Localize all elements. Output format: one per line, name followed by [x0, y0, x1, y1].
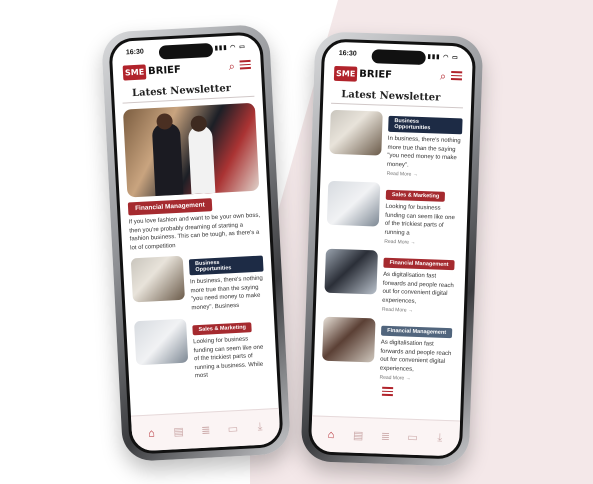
- article-tag[interactable]: Sales & Marketing: [192, 322, 253, 336]
- finance-icon[interactable]: ≣: [198, 423, 213, 438]
- logo-brief: BRIEF: [359, 68, 393, 81]
- article-tag[interactable]: Financial Management: [380, 325, 453, 339]
- list-item[interactable]: Sales & Marketing Looking for business f…: [326, 180, 460, 248]
- article-excerpt: In business, there's nothing more true t…: [189, 275, 263, 311]
- read-more-link[interactable]: Read More →: [382, 307, 456, 316]
- sme-brief-logo[interactable]: SME BRIEF: [122, 63, 182, 81]
- article-thumbnail[interactable]: [326, 180, 381, 227]
- newsletter-icon[interactable]: ▤: [171, 424, 186, 439]
- featured-image[interactable]: [122, 102, 260, 198]
- bottom-nav: ⌂ ▤ ≣ ▭ ⤓: [130, 407, 281, 452]
- more-indicator[interactable]: [321, 385, 453, 399]
- status-time: 16:30: [338, 49, 357, 58]
- article-excerpt: In business, there's nothing more true t…: [386, 135, 461, 169]
- status-time: 16:30: [125, 47, 144, 56]
- article-thumbnail[interactable]: [130, 255, 185, 303]
- list-item[interactable]: Sales & Marketing Looking for business f…: [134, 314, 269, 383]
- menu-icon[interactable]: [450, 70, 463, 81]
- search-icon[interactable]: ⌕: [228, 61, 235, 74]
- logo-sme: SME: [333, 65, 358, 82]
- list-item[interactable]: Financial Management As digitalisation f…: [321, 316, 455, 384]
- finance-icon[interactable]: ≣: [378, 429, 392, 443]
- bottom-nav: ⌂ ▤ ≣ ▭ ⤓: [310, 415, 461, 457]
- article-thumbnail[interactable]: [322, 316, 376, 363]
- download-icon[interactable]: ⤓: [433, 431, 447, 445]
- newsletter-content: Financial Management If you love fashion…: [115, 102, 277, 384]
- article-thumbnail[interactable]: [324, 248, 378, 295]
- article-tag[interactable]: Business Opportunities: [188, 255, 264, 276]
- article-tag[interactable]: Financial Management: [383, 257, 455, 271]
- menu-icon[interactable]: [239, 59, 251, 70]
- read-more-link[interactable]: Read More →: [379, 375, 453, 384]
- article-thumbnail[interactable]: [134, 318, 189, 366]
- featured-excerpt: If you love fashion and want to be your …: [128, 212, 261, 251]
- signal-wifi-battery-icon: ▮▮▮ ◠ ▭: [214, 43, 246, 52]
- header-actions: ⌕: [228, 59, 251, 74]
- article-tag[interactable]: Business Opportunities: [388, 115, 463, 135]
- dynamic-island: [371, 49, 426, 66]
- article-excerpt: Looking for business funding can seem li…: [193, 336, 264, 380]
- logo-sme: SME: [122, 64, 147, 81]
- article-excerpt: As digitalisation fast forwards and peop…: [382, 271, 454, 305]
- phone-right-screen: 16:30 ▮▮▮ ◠ ▭ SME BRIEF ⌕ Latest Newslet…: [307, 38, 477, 460]
- read-more-link[interactable]: Read More →: [384, 239, 458, 248]
- chat-icon[interactable]: ▭: [405, 430, 419, 444]
- sme-brief-logo[interactable]: SME BRIEF: [333, 65, 393, 83]
- phone-left-screen: 16:30 ▮▮▮ ◠ ▭ SME BRIEF ⌕ Latest Newslet…: [108, 31, 284, 455]
- header-actions: ⌕: [440, 71, 463, 85]
- article-tag[interactable]: Sales & Marketing: [385, 189, 446, 202]
- signal-wifi-battery-icon: ▮▮▮ ◠ ▭: [427, 53, 459, 61]
- promo-stage: 16:30 ▮▮▮ ◠ ▭ SME BRIEF ⌕ Latest Newslet…: [0, 0, 593, 484]
- newsletter-content: Business Opportunities In business, ther…: [313, 109, 471, 399]
- logo-brief: BRIEF: [147, 64, 182, 78]
- phone-right: 16:30 ▮▮▮ ◠ ▭ SME BRIEF ⌕ Latest Newslet…: [300, 31, 484, 467]
- page-title: Latest Newsletter: [331, 84, 464, 109]
- list-item[interactable]: Business Opportunities In business, ther…: [130, 252, 266, 316]
- article-excerpt: As digitalisation fast forwards and peop…: [379, 339, 452, 373]
- home-icon[interactable]: ⌂: [324, 427, 338, 441]
- article-excerpt: Looking for business funding can seem li…: [384, 203, 455, 237]
- home-icon[interactable]: ⌂: [144, 426, 159, 441]
- featured-tag[interactable]: Financial Management: [127, 198, 213, 216]
- list-item[interactable]: Business Opportunities In business, ther…: [329, 109, 463, 180]
- dynamic-island: [158, 42, 214, 60]
- search-icon[interactable]: ⌕: [440, 71, 447, 84]
- menu-lines-icon: [381, 386, 393, 397]
- list-item[interactable]: Financial Management As digitalisation f…: [324, 248, 458, 316]
- phone-left: 16:30 ▮▮▮ ◠ ▭ SME BRIEF ⌕ Latest Newslet…: [100, 23, 292, 463]
- download-icon[interactable]: ⤓: [253, 420, 268, 435]
- article-thumbnail[interactable]: [329, 109, 383, 156]
- newsletter-icon[interactable]: ▤: [351, 428, 365, 442]
- read-more-link[interactable]: Read More →: [387, 171, 461, 180]
- chat-icon[interactable]: ▭: [226, 421, 241, 436]
